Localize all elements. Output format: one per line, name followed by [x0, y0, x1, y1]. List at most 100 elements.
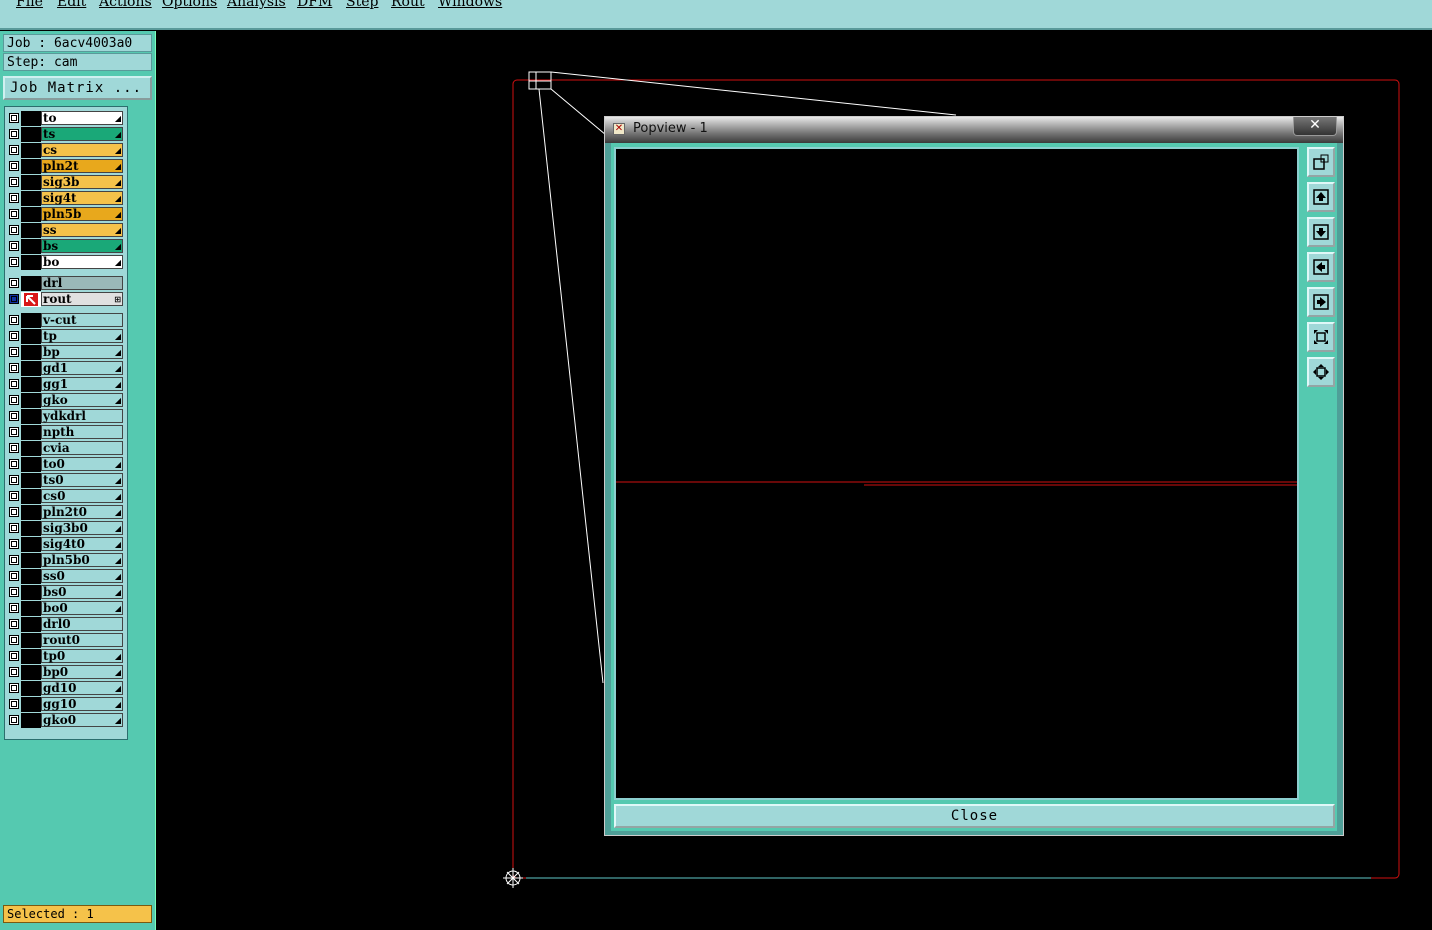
layer-name[interactable]: tp ◢ [41, 329, 123, 343]
layer-name[interactable]: bs ◢ [41, 239, 123, 253]
layer-row[interactable]: v-cut [5, 313, 127, 328]
menu-file[interactable]: File [16, 0, 43, 10]
layer-row[interactable]: ss ◢ [5, 223, 127, 238]
layer-name[interactable]: rout ⊞ [41, 292, 123, 306]
layer-row[interactable]: ts ◢ [5, 127, 127, 142]
layer-name[interactable]: drl [41, 276, 123, 290]
layer-affected-slot[interactable] [21, 239, 41, 254]
menu-analysis[interactable]: Analysis [227, 0, 286, 10]
layer-row[interactable]: gg10 ◢ [5, 697, 127, 712]
layer-row[interactable]: ss0 ◢ [5, 569, 127, 584]
zoom-fit-icon[interactable] [1307, 322, 1335, 352]
layer-name[interactable]: to ◢ [41, 111, 123, 125]
layer-name[interactable]: bp ◢ [41, 345, 123, 359]
layer-name[interactable]: to0 ◢ [41, 457, 123, 471]
layer-affected-slot[interactable] [21, 553, 41, 568]
layer-name[interactable]: npth [41, 425, 123, 439]
popview-titlebar[interactable]: ✕ Popview - 1 ✕ [605, 117, 1343, 143]
layer-row[interactable]: tp0 ◢ [5, 649, 127, 664]
menu-rout[interactable]: Rout [391, 0, 425, 10]
layer-row[interactable]: to ◢ [5, 111, 127, 126]
layer-checkbox[interactable] [9, 715, 19, 725]
layer-affected-slot[interactable] [21, 665, 41, 680]
layer-name[interactable]: gd1 ◢ [41, 361, 123, 375]
layer-row[interactable]: rout0 [5, 633, 127, 648]
layer-row[interactable]: bo ◢ [5, 255, 127, 270]
layer-checkbox[interactable] [9, 427, 19, 437]
layer-name[interactable]: gg1 ◢ [41, 377, 123, 391]
layer-row[interactable]: cs0 ◢ [5, 489, 127, 504]
menu-actions[interactable]: Actions [99, 0, 152, 10]
layer-name[interactable]: v-cut [41, 313, 123, 327]
layer-checkbox[interactable] [9, 177, 19, 187]
layer-row[interactable]: pln5b ◢ [5, 207, 127, 222]
layer-row[interactable]: gg1 ◢ [5, 377, 127, 392]
layer-row[interactable]: bp0 ◢ [5, 665, 127, 680]
popview-close-icon[interactable]: ✕ [1293, 117, 1337, 136]
layer-name[interactable]: tp0 ◢ [41, 649, 123, 663]
layer-checkbox[interactable] [9, 587, 19, 597]
layer-row[interactable]: bs0 ◢ [5, 585, 127, 600]
layer-affected-slot[interactable] [21, 425, 41, 440]
layer-affected-slot[interactable] [21, 377, 41, 392]
layer-name[interactable]: rout0 [41, 633, 123, 647]
layer-row[interactable]: ts0 ◢ [5, 473, 127, 488]
layer-checkbox[interactable] [9, 347, 19, 357]
layer-checkbox[interactable] [9, 363, 19, 373]
layer-row[interactable]: bp ◢ [5, 345, 127, 360]
layer-affected-slot[interactable] [21, 601, 41, 616]
zoom-center-icon[interactable] [1307, 357, 1335, 387]
layer-affected-slot[interactable] [21, 489, 41, 504]
layer-row[interactable]: npth [5, 425, 127, 440]
layer-checkbox[interactable] [9, 683, 19, 693]
layer-row[interactable]: sig3b0 ◢ [5, 521, 127, 536]
layer-row[interactable]: ydkdrl [5, 409, 127, 424]
layer-affected-slot[interactable] [21, 276, 41, 291]
layer-affected-slot[interactable] [21, 111, 41, 126]
layer-affected-slot[interactable] [21, 521, 41, 536]
layer-affected-slot[interactable] [21, 313, 41, 328]
layer-row[interactable]: drl [5, 276, 127, 291]
layer-name[interactable]: drl0 [41, 617, 123, 631]
layer-row[interactable]: pln2t0 ◢ [5, 505, 127, 520]
layer-name[interactable]: pln2t ◢ [41, 159, 123, 173]
pan-left-icon[interactable] [1307, 252, 1335, 282]
layer-row[interactable]: bo0 ◢ [5, 601, 127, 616]
layer-affected-slot[interactable] [21, 585, 41, 600]
layer-checkbox[interactable] [9, 278, 19, 288]
layer-affected-slot[interactable] [21, 505, 41, 520]
zoom-window-icon[interactable] [1307, 147, 1335, 177]
layer-name[interactable]: pln2t0 ◢ [41, 505, 123, 519]
layer-name[interactable]: pln5b ◢ [41, 207, 123, 221]
layer-checkbox[interactable] [9, 491, 19, 501]
layer-name[interactable]: gko ◢ [41, 393, 123, 407]
layer-affected-slot[interactable] [21, 457, 41, 472]
layer-affected-slot[interactable] [21, 617, 41, 632]
layer-row[interactable]: gd10 ◢ [5, 681, 127, 696]
layer-name[interactable]: sig4t ◢ [41, 191, 123, 205]
layer-affected-slot[interactable] [21, 409, 41, 424]
layer-row[interactable]: rout ⊞ [5, 292, 127, 307]
pan-down-icon[interactable] [1307, 217, 1335, 247]
layer-name[interactable]: bp0 ◢ [41, 665, 123, 679]
layer-checkbox[interactable] [9, 161, 19, 171]
layer-name[interactable]: gd10 ◢ [41, 681, 123, 695]
layer-affected-slot[interactable] [21, 537, 41, 552]
layer-name[interactable]: sig3b ◢ [41, 175, 123, 189]
layer-name[interactable]: gko0 ◢ [41, 713, 123, 727]
layer-name[interactable]: cs ◢ [41, 143, 123, 157]
layer-affected-slot[interactable] [21, 569, 41, 584]
layer-row[interactable]: sig4t0 ◢ [5, 537, 127, 552]
layer-affected-slot[interactable] [21, 649, 41, 664]
pan-up-icon[interactable] [1307, 182, 1335, 212]
layer-name[interactable]: ts ◢ [41, 127, 123, 141]
pan-right-icon[interactable] [1307, 287, 1335, 317]
layer-row[interactable]: tp ◢ [5, 329, 127, 344]
layer-checkbox[interactable] [9, 507, 19, 517]
layer-row[interactable]: drl0 [5, 617, 127, 632]
menu-dfm[interactable]: DFM [297, 0, 332, 10]
layer-row[interactable]: gd1 ◢ [5, 361, 127, 376]
layer-affected-slot[interactable] [21, 441, 41, 456]
layer-row[interactable]: cvia [5, 441, 127, 456]
layer-checkbox[interactable] [9, 459, 19, 469]
